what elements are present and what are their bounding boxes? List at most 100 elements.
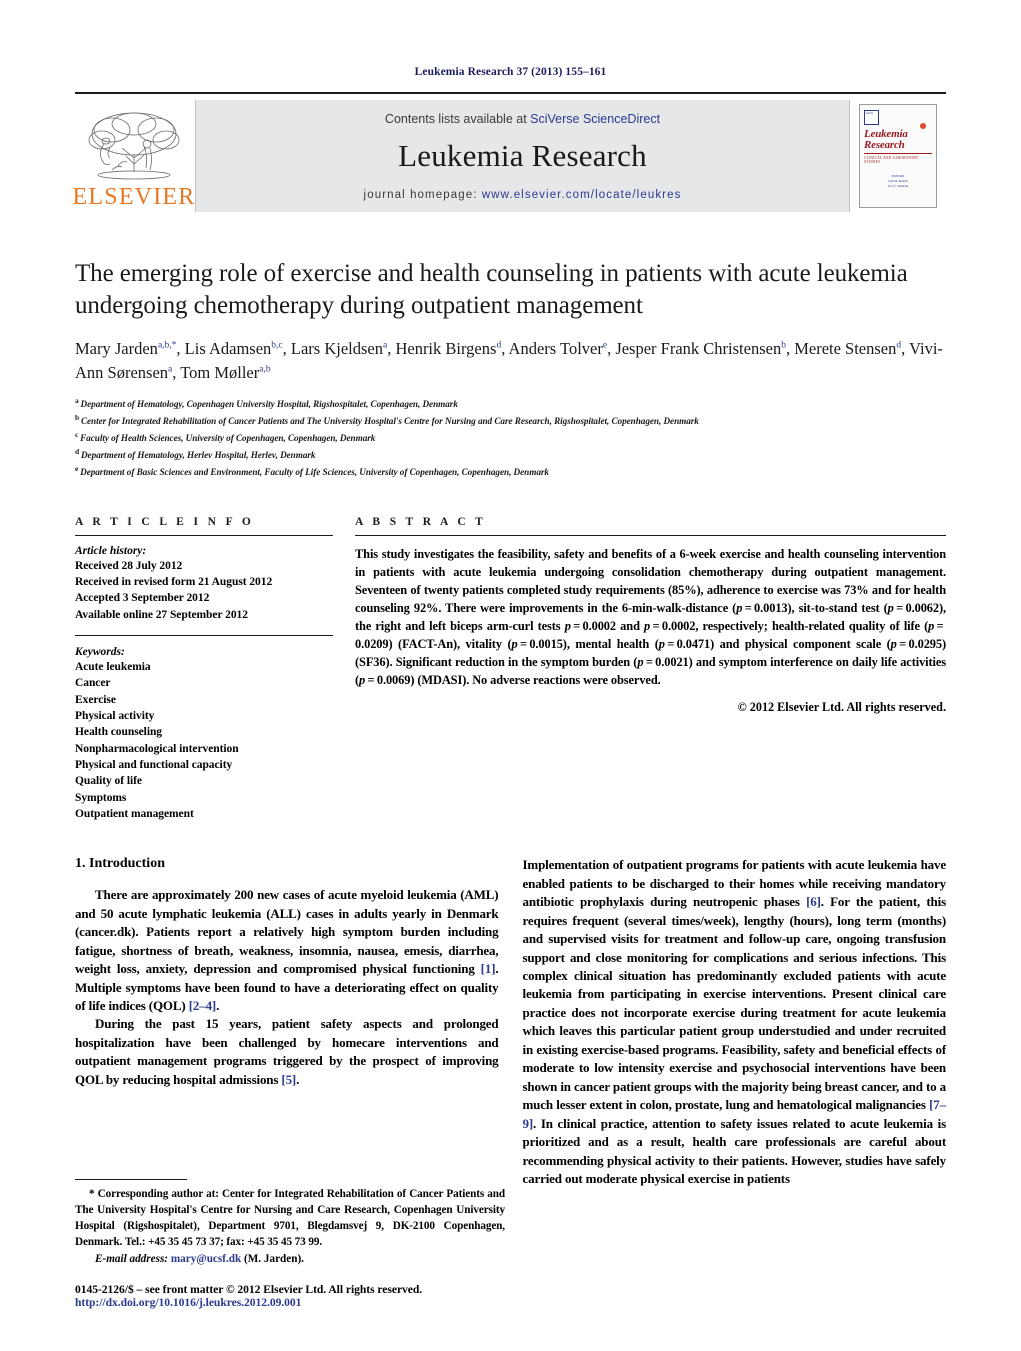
article-history-list: Received 28 July 2012 Received in revised…	[75, 558, 333, 623]
keyword-item: Physical activity	[75, 709, 155, 722]
masthead-center: Contents lists available at SciVerse Sci…	[195, 100, 850, 212]
journal-masthead: ELSEVIER Contents lists available at Sci…	[72, 92, 946, 218]
keywords-list: Acute leukemia Cancer Exercise Physical act…	[75, 659, 333, 822]
p-symbol: p	[887, 601, 894, 616]
article-history-item: Accepted 3 September 2012	[75, 592, 210, 605]
citation-reference[interactable]: [6]	[806, 894, 821, 909]
article-info-column: A R T I C L E I N F O Article history: R…	[75, 516, 333, 823]
affiliation-item: e Department of Basic Sciences and Envir…	[75, 463, 946, 480]
elsevier-tree-icon	[88, 112, 180, 179]
author-name: Lis Adamsen	[184, 339, 272, 358]
intro-paragraph-2: During the past 15 years, patient safety…	[75, 1016, 499, 1087]
p-symbol: p	[644, 619, 651, 634]
cover-title-line2: Research	[864, 139, 905, 152]
keyword-item: Exercise	[75, 693, 116, 706]
author-affiliation-marker: d	[896, 340, 902, 351]
page-title: The emerging role of exercise and health…	[75, 260, 908, 319]
running-head: Leukemia Research 37 (2013) 155–161	[414, 66, 607, 78]
citation-reference[interactable]: [5]	[281, 1072, 296, 1087]
p-symbol: p	[359, 673, 366, 688]
footnote-divider	[75, 1179, 187, 1181]
info-abstract-block: A R T I C L E I N F O Article history: R…	[75, 516, 946, 823]
doi-link[interactable]: http://dx.doi.org/10.1016/j.leukres.2012…	[75, 1296, 575, 1309]
homepage-label: journal homepage:	[363, 188, 478, 201]
keyword-item: Acute leukemia	[75, 661, 151, 673]
author-name: Lars Kjeldsen	[290, 339, 383, 358]
affiliation-text: Faculty of Health Sciences, University o…	[80, 432, 376, 443]
email-address-link[interactable]: mary@ucsf.dk	[171, 1253, 241, 1265]
author-name: Merete Stensen	[794, 339, 897, 358]
cover-image: IACR Leukemia Research Clinical and Labo…	[859, 104, 937, 208]
author-affiliation-marker: a,b	[259, 364, 271, 375]
journal-homepage-line: journal homepage: www.elsevier.com/locat…	[364, 189, 682, 201]
author-affiliation-marker: b,c	[271, 340, 283, 351]
keywords-label: Keywords:	[75, 646, 125, 658]
affiliation-text: Department of Hematology, Copenhagen Uni…	[80, 398, 458, 409]
p-symbol: p	[736, 601, 743, 616]
keyword-item: Cancer	[75, 677, 111, 690]
contents-available-line: Contents lists available at SciVerse Sci…	[385, 112, 660, 126]
keyword-item: Outpatient management	[75, 807, 194, 820]
citation-reference[interactable]: [7–9]	[523, 1097, 947, 1130]
title-block: The emerging role of exercise and health…	[75, 258, 946, 480]
body-columns: 1. Introduction There are approximately …	[75, 856, 946, 1188]
keyword-item: Health counseling	[75, 726, 163, 739]
author-name: Jesper Frank Christensen	[615, 339, 782, 358]
citation-reference[interactable]: [1]	[481, 961, 496, 976]
author-affiliation-marker: b	[781, 340, 786, 351]
affiliation-text: Department of Hematology, Herlev Hospita…	[80, 449, 316, 460]
author-affiliation-marker: a	[168, 364, 173, 375]
cover-divider	[864, 153, 932, 155]
contents-prefix: Contents lists available at	[384, 111, 531, 126]
cover-editor-right: Terry J. Hamblin	[887, 184, 909, 189]
email-note: E-mail address: mary@ucsf.dk (M. Jarden)…	[75, 1253, 505, 1265]
journal-title: Leukemia Research	[398, 137, 647, 173]
email-owner: (M. Jarden).	[244, 1253, 304, 1265]
p-symbol: p	[658, 637, 665, 652]
affiliation-text: Department of Basic Sciences and Environ…	[80, 466, 549, 477]
homepage-url[interactable]: www.elsevier.com/locate/leukres	[482, 189, 682, 201]
intro-paragraph-3: Implementation of outpatient programs fo…	[522, 857, 947, 1186]
intro-paragraph-1: There are approximately 200 new cases of…	[75, 887, 499, 1013]
p-symbol: p	[637, 655, 644, 670]
affiliation-item: b Center for Integrated Rehabilitation o…	[75, 412, 946, 429]
article-history-item: Received in revised form 21 August 2012	[75, 576, 273, 589]
author-affiliation-marker: a,b,*	[157, 340, 177, 351]
cover-badge-icon: IACR	[864, 110, 879, 125]
corresponding-author-note: * Corresponding author at: Center for In…	[75, 1188, 505, 1249]
affiliation-list: a Department of Hematology, Copenhagen U…	[75, 395, 946, 480]
author-name: Anders Tolver	[508, 339, 603, 358]
paper-page: Leukemia Research 37 (2013) 155–161 ELSE…	[0, 0, 1021, 1351]
journal-cover-thumbnail: IACR Leukemia Research Clinical and Labo…	[850, 94, 946, 218]
affiliation-item: d Department of Hematology, Herlev Hospi…	[75, 446, 946, 463]
article-history-label: Article history:	[75, 544, 147, 557]
author-name: Tom Møller	[180, 362, 260, 382]
cover-subtitle: Clinical and Laboratory Studies	[864, 156, 919, 165]
keyword-item: Nonpharmacological intervention	[75, 742, 239, 755]
article-info-divider	[75, 534, 333, 536]
citation-reference[interactable]: [2–4]	[189, 998, 217, 1013]
abstract-column: A B S T R A C T This study investigates …	[355, 516, 946, 823]
keyword-item: Quality of life	[75, 775, 142, 788]
body-column-right: Implementation of outpatient programs fo…	[523, 856, 947, 1188]
imprint-front-matter: 0145-2126/$ – see front matter © 2012 El…	[75, 1283, 423, 1296]
footnote-block: * Corresponding author at: Center for In…	[75, 1179, 505, 1265]
cover-dot-icon	[920, 123, 926, 129]
cover-badge-text: IACR	[866, 111, 874, 115]
affiliation-item: c Faculty of Health Sciences, University…	[75, 429, 946, 446]
elsevier-logo: ELSEVIER	[72, 94, 196, 218]
imprint-block: 0145-2126/$ – see front matter © 2012 El…	[75, 1283, 575, 1309]
author-affiliation-marker: d	[496, 340, 502, 351]
sciencedirect-link[interactable]: SciVerse ScienceDirect	[530, 112, 660, 126]
article-info-heading: A R T I C L E I N F O	[75, 515, 255, 528]
p-symbol: p	[928, 619, 935, 634]
article-history-item: Available online 27 September 2012	[75, 608, 248, 621]
author-name: Henrik Birgens	[395, 339, 497, 358]
elsevier-wordmark: ELSEVIER	[72, 183, 196, 210]
keyword-item: Symptoms	[75, 791, 127, 804]
section-heading-introduction: 1. Introduction	[75, 856, 165, 872]
author-affiliation-marker: a	[382, 340, 388, 351]
p-symbol: p	[511, 637, 518, 652]
abstract-heading: A B S T R A C T	[355, 515, 487, 528]
affiliation-item: a Department of Hematology, Copenhagen U…	[75, 395, 946, 412]
